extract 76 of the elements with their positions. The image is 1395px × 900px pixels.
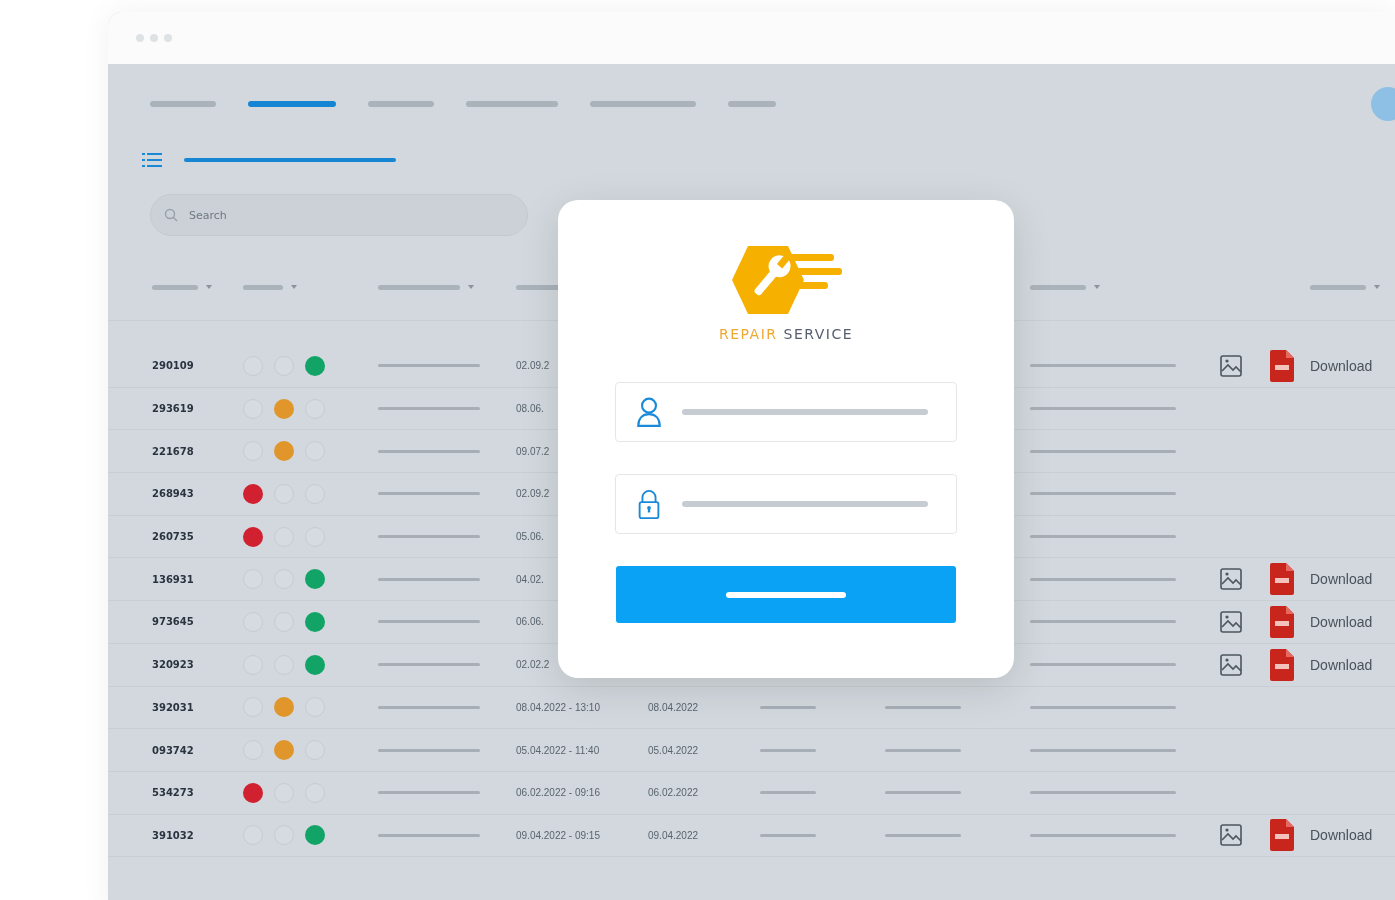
- window-control-dot[interactable]: [164, 34, 172, 42]
- order-number: 290109: [152, 360, 194, 372]
- text-placeholder-bar: [760, 833, 816, 837]
- user-icon: [636, 397, 662, 427]
- order-number: 293619: [152, 403, 194, 415]
- sort-icon[interactable]: [291, 285, 297, 289]
- download-link[interactable]: Download: [1310, 357, 1373, 374]
- date-text: 05.04.2022 - 11:40: [516, 744, 600, 756]
- column-header-bar[interactable]: [378, 284, 460, 290]
- date-text: 06.02.2022: [648, 787, 699, 799]
- list-icon[interactable]: [142, 152, 162, 168]
- window-control-dot[interactable]: [150, 34, 158, 42]
- pdf-icon[interactable]: [1270, 563, 1294, 596]
- search-icon: [164, 208, 178, 222]
- download-link[interactable]: Download: [1310, 571, 1373, 588]
- order-number: 260735: [152, 531, 194, 543]
- brand-name: REPAIR: [718, 326, 778, 342]
- sort-icon[interactable]: [206, 285, 212, 289]
- date-text: 02.09.2: [516, 488, 550, 500]
- date-text: 08.04.2022: [648, 701, 699, 713]
- avatar[interactable]: [1371, 87, 1395, 121]
- order-number: 973645: [152, 616, 194, 628]
- sort-icon[interactable]: [1374, 285, 1380, 289]
- pdf-icon[interactable]: [1270, 605, 1294, 638]
- order-number: 391032: [152, 829, 194, 841]
- date-text: 09.04.2022: [648, 829, 699, 841]
- text-placeholder-bar: [760, 705, 816, 709]
- date-text: 02.02.2: [516, 659, 550, 671]
- username-field[interactable]: [615, 382, 957, 442]
- sort-icon[interactable]: [468, 285, 474, 289]
- order-number: 320923: [152, 659, 194, 671]
- date-text: 08.06.: [516, 403, 544, 415]
- image-icon[interactable]: [1220, 653, 1242, 676]
- nav-tab[interactable]: [466, 101, 558, 107]
- text-placeholder-bar: [760, 748, 816, 752]
- nav-tab[interactable]: [368, 101, 434, 107]
- password-field[interactable]: [615, 474, 957, 534]
- pdf-icon[interactable]: [1270, 819, 1294, 852]
- date-text: 06.02.2022 - 09:16: [516, 787, 600, 799]
- login-button[interactable]: [616, 566, 956, 623]
- nav-tab[interactable]: [248, 101, 336, 107]
- brand-name: SERVICE: [783, 326, 854, 342]
- download-link[interactable]: Download: [1310, 827, 1373, 844]
- image-icon[interactable]: [1220, 568, 1242, 591]
- window-control-dot[interactable]: [136, 34, 144, 42]
- date-text: 04.02.: [516, 573, 544, 585]
- image-icon[interactable]: [1220, 610, 1242, 633]
- column-header-bar[interactable]: [152, 284, 198, 290]
- download-link[interactable]: Download: [1310, 613, 1373, 630]
- pdf-icon[interactable]: [1270, 648, 1294, 681]
- sort-icon[interactable]: [1094, 285, 1100, 289]
- column-header-bar[interactable]: [1030, 284, 1086, 290]
- pdf-icon[interactable]: [1270, 349, 1294, 382]
- image-icon[interactable]: [1220, 824, 1242, 847]
- date-text: 09.04.2022 - 09:15: [516, 829, 600, 841]
- nav-tab[interactable]: [150, 101, 216, 107]
- order-number: 392031: [152, 701, 194, 713]
- date-text: 06.06.: [516, 616, 544, 628]
- text-placeholder-bar: [760, 791, 816, 795]
- column-header-bar[interactable]: [1310, 284, 1366, 290]
- order-number: 268943: [152, 488, 194, 500]
- order-number: 136931: [152, 573, 194, 585]
- date-text: 08.04.2022 - 13:10: [516, 701, 600, 713]
- order-number: 093742: [152, 744, 194, 756]
- download-link[interactable]: Download: [1310, 656, 1373, 673]
- column-header-bar[interactable]: [243, 284, 283, 290]
- order-number: 221678: [152, 445, 194, 457]
- date-text: 09.07.2: [516, 445, 550, 457]
- date-text: 02.09.2: [516, 360, 550, 372]
- lock-icon: [636, 489, 662, 519]
- image-icon[interactable]: [1220, 354, 1242, 377]
- date-text: 05.06.: [516, 531, 544, 543]
- search-field[interactable]: Search: [150, 194, 528, 236]
- date-text: 05.04.2022: [648, 744, 699, 756]
- nav-tab[interactable]: [728, 101, 776, 107]
- order-number: 534273: [152, 787, 194, 799]
